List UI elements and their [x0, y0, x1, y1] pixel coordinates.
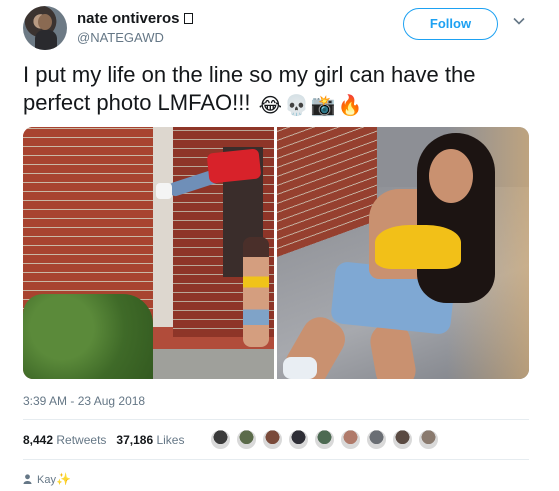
- sparkles-icon: ✨: [55, 472, 71, 486]
- liker-avatar[interactable]: [210, 429, 231, 450]
- retweets-stat[interactable]: 8,442 Retweets: [23, 433, 106, 447]
- liker-avatar[interactable]: [366, 429, 387, 450]
- camera-flash-emoji-icon: 📸: [310, 95, 336, 117]
- chevron-down-icon[interactable]: [512, 14, 526, 28]
- badge-icon: [183, 13, 193, 24]
- tweet-timestamp[interactable]: 3:39 AM - 23 Aug 2018: [23, 394, 145, 408]
- display-name[interactable]: nate ontiveros: [77, 10, 193, 27]
- liker-avatar[interactable]: [262, 429, 283, 450]
- person-icon: [23, 474, 32, 484]
- tweet-text: I put my life on the line so my girl can…: [23, 61, 543, 120]
- tweet-stats: 8,442 Retweets 37,186 Likes: [23, 433, 184, 447]
- likes-count: 37,186: [116, 433, 154, 447]
- display-name-text: nate ontiveros: [77, 10, 180, 27]
- retweets-count: 8,442: [23, 433, 54, 447]
- brick-wall: [23, 127, 153, 317]
- tears-of-joy-emoji-icon: 😂: [258, 95, 282, 117]
- footer-name: Kay: [37, 474, 56, 486]
- photo-left[interactable]: [23, 127, 274, 379]
- sneaker: [283, 357, 317, 379]
- liker-avatar[interactable]: [418, 429, 439, 450]
- media-grid: [23, 127, 529, 379]
- likes-label: Likes: [156, 433, 185, 447]
- divider: [23, 419, 529, 420]
- man-red-shirt: [206, 148, 262, 184]
- footer-social-context[interactable]: Kay✨: [23, 472, 71, 486]
- tweet-card: nate ontiveros @NATEGAWD Follow I put my…: [0, 0, 559, 491]
- divider: [23, 459, 529, 460]
- avatar[interactable]: [23, 6, 67, 50]
- liker-avatar[interactable]: [236, 429, 257, 450]
- yellow-top: [375, 225, 461, 269]
- user-handle[interactable]: @NATEGAWD: [77, 30, 164, 45]
- liker-avatar[interactable]: [340, 429, 361, 450]
- girl-figure: [243, 237, 269, 347]
- fire-emoji-icon: 🔥: [337, 95, 363, 117]
- liker-avatar[interactable]: [314, 429, 335, 450]
- photo-right[interactable]: [277, 127, 529, 379]
- bush: [23, 294, 153, 379]
- sidewalk: [143, 349, 274, 379]
- liker-avatar[interactable]: [392, 429, 413, 450]
- face: [429, 149, 473, 203]
- tweet-text-body: I put my life on the line so my girl can…: [23, 62, 476, 115]
- likes-stat[interactable]: 37,186 Likes: [116, 433, 184, 447]
- skull-emoji-icon: 💀: [283, 95, 309, 117]
- avatar-head: [38, 14, 52, 30]
- liker-avatar[interactable]: [288, 429, 309, 450]
- avatar-body: [35, 30, 57, 50]
- follow-button[interactable]: Follow: [403, 8, 498, 40]
- man-shoe: [156, 183, 172, 199]
- retweets-label: Retweets: [56, 433, 107, 447]
